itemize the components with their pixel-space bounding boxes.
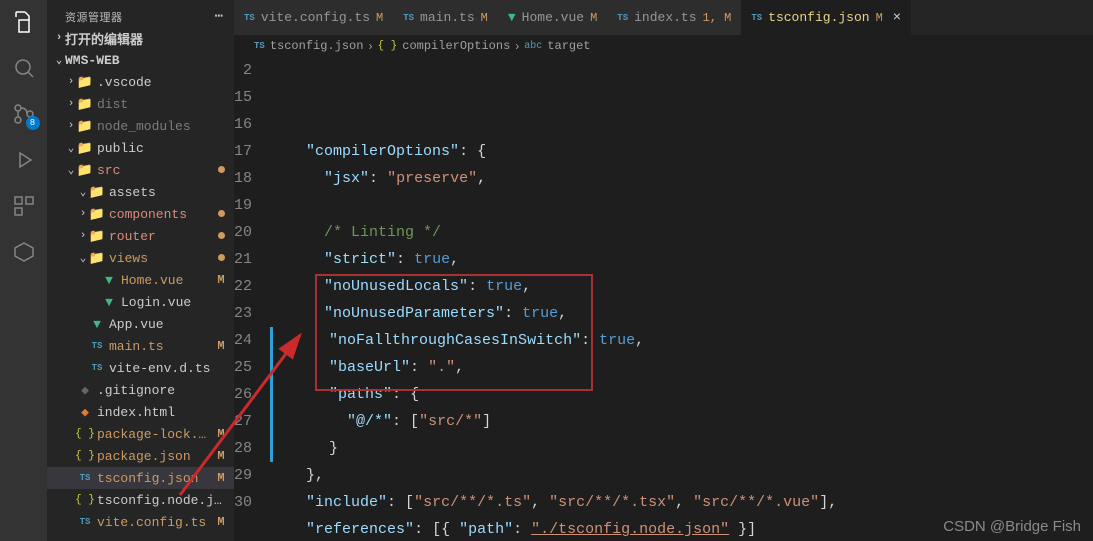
- file-item[interactable]: ▼App.vue: [47, 313, 234, 335]
- braces-icon: { }: [377, 40, 397, 52]
- file-item[interactable]: ▼Login.vue: [47, 291, 234, 313]
- editor-tabs: TSvite.config.tsMTSmain.tsM▼Home.vueMTSi…: [234, 0, 1093, 35]
- file-item[interactable]: { }package.jsonM: [47, 445, 234, 467]
- project-root[interactable]: ⌄ WMS-WEB: [47, 49, 234, 71]
- chevron-right-icon: ›: [53, 32, 65, 44]
- cloud-icon[interactable]: [12, 240, 36, 264]
- folder-item[interactable]: ›📁dist: [47, 93, 234, 115]
- folder-item[interactable]: ⌄📁public: [47, 137, 234, 159]
- editor-tab[interactable]: TStsconfig.jsonM×: [741, 0, 911, 35]
- breadcrumb[interactable]: TS tsconfig.json › { } compilerOptions ›…: [234, 35, 1093, 57]
- file-item[interactable]: TSvite.config.tsM: [47, 511, 234, 533]
- file-item[interactable]: ▼Home.vueM: [47, 269, 234, 291]
- scm-badge: 8: [26, 116, 40, 130]
- code-content[interactable]: "compilerOptions": { "jsx": "preserve", …: [270, 57, 1093, 541]
- code-editor[interactable]: 215161718192021222324252627282930 "compi…: [234, 57, 1093, 541]
- activity-bar: 8: [0, 0, 47, 541]
- close-icon: ×: [893, 10, 901, 26]
- sidebar-title: 资源管理器: [65, 9, 123, 25]
- more-icon[interactable]: ⋯: [215, 8, 224, 25]
- editor-area: TSvite.config.tsMTSmain.tsM▼Home.vueMTSi…: [234, 0, 1093, 541]
- sidebar-header: 资源管理器 ⋯: [47, 0, 234, 27]
- editor-tab[interactable]: TSmain.tsM: [393, 0, 498, 35]
- file-item[interactable]: ◆.gitignore: [47, 379, 234, 401]
- explorer-icon[interactable]: [12, 10, 36, 34]
- scm-icon[interactable]: 8: [12, 102, 36, 126]
- folder-item[interactable]: ›📁components: [47, 203, 234, 225]
- ts-icon: TS: [254, 41, 265, 51]
- editor-tab[interactable]: TSvite.config.tsM: [234, 0, 393, 35]
- watermark: CSDN @Bridge Fish: [943, 518, 1081, 535]
- debug-icon[interactable]: [12, 148, 36, 172]
- file-item[interactable]: TSvite-env.d.ts: [47, 357, 234, 379]
- file-tree: ›📁.vscode›📁dist›📁node_modules⌄📁public⌄📁s…: [47, 71, 234, 541]
- folder-item[interactable]: ⌄📁assets: [47, 181, 234, 203]
- file-item[interactable]: { }package-lock.jsonM: [47, 423, 234, 445]
- folder-item[interactable]: ⌄📁src: [47, 159, 234, 181]
- folder-item[interactable]: ⌄📁views: [47, 247, 234, 269]
- abc-icon: abc: [524, 41, 542, 52]
- folder-item[interactable]: ›📁router: [47, 225, 234, 247]
- editor-tab[interactable]: ▼Home.vueM: [498, 0, 607, 35]
- extensions-icon[interactable]: [12, 194, 36, 218]
- editor-tab[interactable]: TSindex.ts1, M: [607, 0, 741, 35]
- folder-item[interactable]: ›📁node_modules: [47, 115, 234, 137]
- file-item[interactable]: TSmain.tsM: [47, 335, 234, 357]
- chevron-down-icon: ⌄: [53, 53, 65, 67]
- file-item[interactable]: { }tsconfig.node.json: [47, 489, 234, 511]
- folder-item[interactable]: ›📁.vscode: [47, 71, 234, 93]
- editors-section[interactable]: › 打开的编辑器: [47, 27, 234, 49]
- file-item[interactable]: TStsconfig.jsonM: [47, 467, 234, 489]
- explorer-sidebar: 资源管理器 ⋯ › 打开的编辑器 ⌄ WMS-WEB ›📁.vscode›📁di…: [47, 0, 234, 541]
- search-icon[interactable]: [12, 56, 36, 80]
- line-gutter: 215161718192021222324252627282930: [234, 57, 270, 541]
- file-item[interactable]: ◆index.html: [47, 401, 234, 423]
